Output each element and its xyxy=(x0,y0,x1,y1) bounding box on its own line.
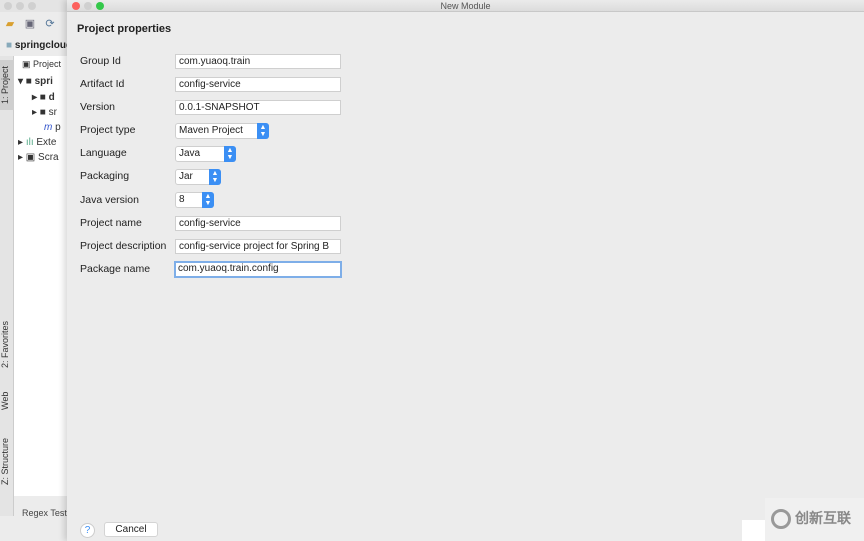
project-name-input[interactable]: config-service xyxy=(175,216,341,231)
partial-button xyxy=(742,520,765,541)
tree-item[interactable]: ▸ ■ d xyxy=(32,92,55,103)
group-id-input[interactable]: com.yuaoq.train xyxy=(175,54,341,69)
breadcrumb[interactable]: ■ springcloud xyxy=(6,40,72,51)
artifact-id-label: Artifact Id xyxy=(80,78,125,90)
updown-chevron-icon: ▲ ▼ xyxy=(257,123,269,139)
updown-chevron-icon: ▲ ▼ xyxy=(224,146,236,162)
close-button[interactable] xyxy=(4,2,12,10)
updown-chevron-icon: ▲ ▼ xyxy=(209,169,221,185)
project-type-select[interactable]: Maven Project ▲ ▼ xyxy=(175,123,269,139)
project-name-label: Project name xyxy=(80,217,142,229)
ide-titlebar xyxy=(0,0,70,12)
tree-item[interactable]: m p xyxy=(44,122,61,133)
project-view-label: Project xyxy=(33,59,62,69)
project-description-input[interactable]: config-service project for Spring B xyxy=(175,239,341,254)
tab-favorites[interactable]: 2: Favorites xyxy=(0,314,14,374)
tree-item-label: Scra xyxy=(38,152,59,163)
language-label: Language xyxy=(80,147,127,159)
project-type-label: Project type xyxy=(80,124,136,136)
cancel-button[interactable]: Cancel xyxy=(104,522,158,537)
java-version-value: 8 xyxy=(179,194,185,205)
language-select[interactable]: Java ▲ ▼ xyxy=(175,146,236,162)
java-version-select[interactable]: 8 ▲ ▼ xyxy=(175,192,214,208)
section-title: Project properties xyxy=(77,23,172,35)
tool-window-strip: 1: Project 2: Favorites Web Z: Structure xyxy=(0,56,14,516)
tree-item-label: p xyxy=(55,122,61,133)
java-version-label: Java version xyxy=(80,194,139,206)
packaging-label: Packaging xyxy=(80,170,130,182)
project-type-value: Maven Project xyxy=(179,125,243,136)
tab-web[interactable]: Web xyxy=(0,386,14,416)
minimize-button[interactable] xyxy=(84,2,92,10)
package-name-input[interactable]: com.yuaoq.train.config xyxy=(174,261,342,278)
zoom-button[interactable] xyxy=(96,2,104,10)
version-label: Version xyxy=(80,101,116,113)
language-value: Java xyxy=(179,148,201,159)
module-icon: ■ xyxy=(6,40,15,51)
breadcrumb-label: springcloud xyxy=(14,40,73,51)
tree-item-label: sr xyxy=(48,107,57,118)
tree-item[interactable]: ▸ ■ sr xyxy=(32,107,57,118)
artifact-id-input[interactable]: config-service xyxy=(175,77,341,92)
watermark-logo-icon xyxy=(771,509,791,530)
packaging-select[interactable]: Jar ▲ ▼ xyxy=(175,169,221,185)
tab-structure[interactable]: Z: Structure xyxy=(0,432,14,490)
packaging-value: Jar xyxy=(179,171,193,182)
ide-toolbar: ▰ ▣ ⟳ xyxy=(0,14,70,36)
tree-item-label: Exte xyxy=(36,137,57,148)
tree-item-label: spri xyxy=(34,76,53,87)
project-view-selector[interactable]: ▣ Project xyxy=(22,59,61,70)
window-title: New Module xyxy=(440,1,491,11)
help-button[interactable]: ? xyxy=(80,523,95,538)
group-id-label: Group Id xyxy=(80,55,121,67)
tree-item-label: d xyxy=(48,92,55,103)
close-button[interactable] xyxy=(72,2,80,10)
sync-icon[interactable]: ⟳ xyxy=(44,18,56,30)
tab-regex-test[interactable]: Regex Test xyxy=(22,508,67,518)
tree-item[interactable]: ▸ ılı Exte xyxy=(18,137,56,148)
new-module-dialog: New Module Project properties Group Id c… xyxy=(67,0,864,541)
save-icon[interactable]: ▣ xyxy=(24,18,36,30)
updown-chevron-icon: ▲ ▼ xyxy=(202,192,214,208)
tree-item[interactable]: ▸ ▣ Scra xyxy=(18,152,59,163)
dialog-titlebar: New Module xyxy=(67,0,864,12)
minimize-button[interactable] xyxy=(16,2,24,10)
zoom-button[interactable] xyxy=(28,2,36,10)
watermark-text: 创新互联 xyxy=(795,510,851,526)
ide-background: ▰ ▣ ⟳ ■ springcloud 1: Project 2: Favori… xyxy=(0,0,72,541)
project-description-label: Project description xyxy=(80,240,167,252)
tab-project[interactable]: 1: Project xyxy=(0,60,14,110)
project-tree: ▣ Project ▾ ■ spri ▸ ■ d ▸ ■ sr m p ▸ ıl… xyxy=(14,56,70,496)
package-name-label: Package name xyxy=(80,263,151,275)
watermark: 创新互联 xyxy=(765,498,864,541)
tree-item[interactable]: ▾ ■ spri xyxy=(18,76,53,87)
open-folder-icon[interactable]: ▰ xyxy=(4,18,16,30)
version-input[interactable]: 0.0.1-SNAPSHOT xyxy=(175,100,341,115)
